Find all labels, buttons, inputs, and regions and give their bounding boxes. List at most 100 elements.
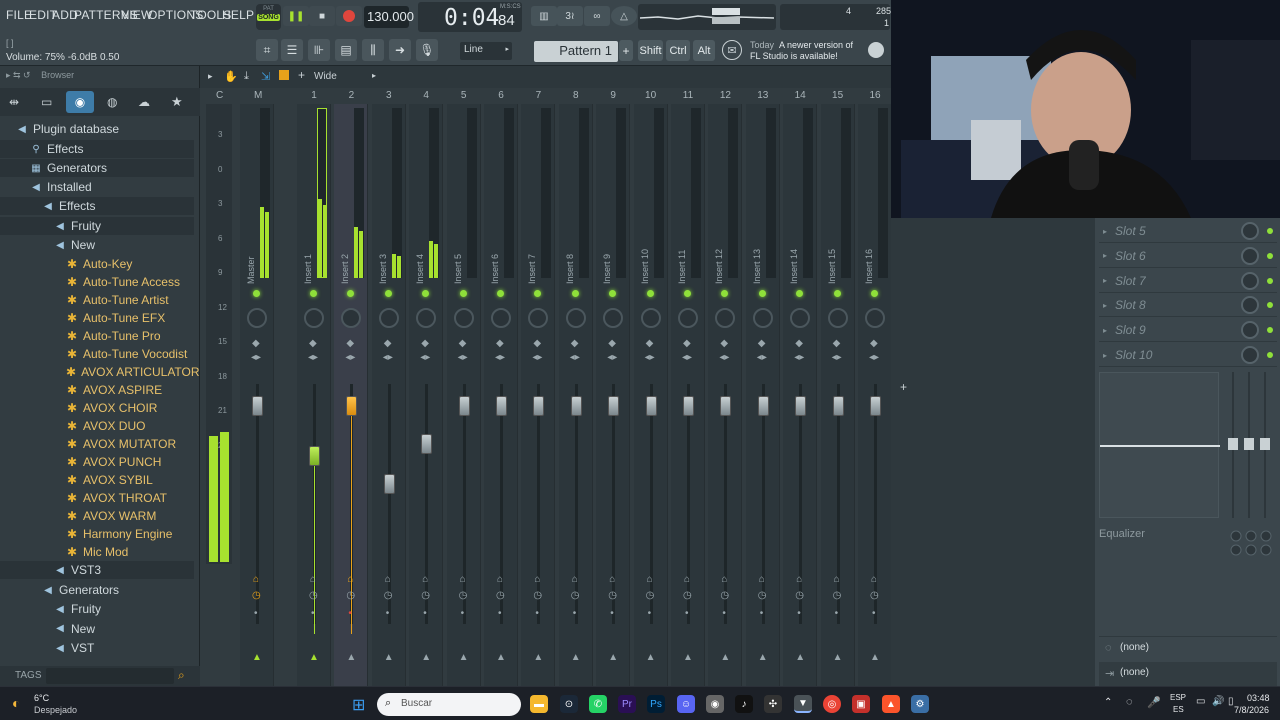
eq-knobs[interactable] (1225, 530, 1275, 560)
slot-mix-knob[interactable] (1241, 246, 1259, 265)
layout-icon[interactable] (279, 70, 289, 80)
chevron-right-icon[interactable]: ▸ (372, 71, 376, 80)
send-arrow-icon[interactable]: ▲ (252, 652, 262, 663)
mixer-track-insert[interactable]: Insert 15 ◆ ◂▸ ⌂ ◷ • ▲ (820, 104, 855, 686)
send-arrow-icon[interactable]: ▲ (421, 652, 431, 663)
mixer-track-insert[interactable]: Insert 8 ◆ ◂▸ ⌂ ◷ • ▲ (558, 104, 593, 686)
mixer-track-insert[interactable]: Insert 5 ◆ ◂▸ ⌂ ◷ • ▲ (446, 104, 481, 686)
browser-plugin-item[interactable]: ✱ AVOX THROAT (0, 489, 194, 507)
news-icon[interactable]: ✉ (722, 40, 742, 60)
whatsapp-icon[interactable]: ✆ (589, 695, 607, 713)
timer-icon[interactable]: ◷ (833, 590, 842, 601)
send-arrow-icon[interactable]: ▲ (571, 652, 581, 663)
mixer-track-insert[interactable]: Insert 14 ◆ ◂▸ ⌂ ◷ • ▲ (783, 104, 818, 686)
mute-led[interactable] (721, 290, 729, 297)
slot-enable-led[interactable] (1267, 352, 1273, 358)
timer-icon[interactable]: ◷ (720, 590, 729, 601)
timer-icon[interactable]: ◷ (459, 590, 468, 601)
record-arm-icon[interactable]: • (573, 608, 577, 619)
fx-slot[interactable]: ▸ Slot 7 (1099, 270, 1277, 293)
volume-fader[interactable] (252, 396, 263, 416)
timer-icon[interactable]: ◷ (683, 590, 692, 601)
track-name[interactable]: Insert 7 (527, 244, 541, 284)
send-arrow-icon[interactable]: ▲ (459, 652, 469, 663)
mute-led[interactable] (422, 290, 430, 297)
record-arm-icon[interactable]: • (348, 608, 352, 619)
swap-icon[interactable]: ◂▸ (757, 352, 767, 363)
premiere-icon[interactable]: Pr (618, 695, 636, 713)
slot-mix-knob[interactable] (1241, 222, 1259, 240)
swap-icon[interactable]: ◂▸ (345, 352, 355, 363)
swap-icon[interactable]: ◂▸ (719, 352, 729, 363)
route-icon[interactable]: ⌂ (253, 574, 259, 585)
track-name[interactable]: Insert 6 (490, 244, 504, 284)
download-icon[interactable]: ⤓ (244, 70, 249, 83)
timer-icon[interactable]: ◷ (758, 590, 767, 601)
microphone-tray-icon[interactable]: 🎤 (1147, 696, 1161, 709)
ctrl-key-button[interactable]: Ctrl (666, 40, 690, 61)
add-pattern-button[interactable]: + (619, 40, 633, 61)
track-name[interactable]: Insert 3 (378, 244, 392, 284)
brave-icon[interactable]: ▲ (882, 695, 900, 713)
photoshop-icon[interactable]: Ps (647, 695, 665, 713)
mute-led[interactable] (609, 290, 617, 297)
route-icon[interactable]: ⌂ (759, 574, 765, 585)
track-name[interactable]: Insert 13 (752, 244, 766, 284)
mute-led[interactable] (684, 290, 691, 297)
browser-plugin-item[interactable]: ✱ Auto-Key (0, 255, 194, 273)
globe-icon[interactable]: ◍ (107, 95, 117, 109)
shift-key-button[interactable]: Shift (638, 40, 663, 61)
send-arrow-icon[interactable]: ▲ (608, 652, 618, 663)
plugin-picker-button[interactable]: ➜ (389, 39, 411, 61)
tags-input[interactable] (46, 668, 174, 684)
fx-slot[interactable]: ▸ Slot 6 (1099, 245, 1277, 268)
record-arm-icon[interactable]: • (423, 608, 427, 619)
stereo-separation-icon[interactable]: ◆ (571, 338, 579, 349)
mute-led[interactable] (459, 290, 467, 297)
mixer-button[interactable]: ⫼ (362, 39, 384, 61)
record-arm-icon[interactable]: • (386, 608, 390, 619)
record-button[interactable] (336, 6, 362, 26)
mixer-track-insert[interactable]: Insert 11 ◆ ◂▸ ⌂ ◷ • ▲ (671, 104, 705, 686)
track-name[interactable]: Insert 14 (789, 244, 803, 284)
tempo-display[interactable]: 130.000 (364, 6, 414, 28)
eq-mid-slider[interactable] (1244, 438, 1254, 450)
send-arrow-icon[interactable]: ▲ (309, 652, 319, 663)
route-icon[interactable]: ⌂ (497, 574, 503, 585)
route-icon[interactable]: ⌂ (460, 574, 466, 585)
swap-icon[interactable]: ◂▸ (458, 352, 468, 363)
stereo-separation-icon[interactable]: ◆ (309, 338, 317, 349)
mute-led[interactable] (871, 290, 878, 297)
browser-folder-item[interactable]: ◀ VST3 (0, 561, 194, 579)
slot-arrow-icon[interactable]: ▸ (1103, 276, 1107, 285)
swap-icon[interactable]: ◂▸ (570, 352, 580, 363)
mixer-track-master[interactable]: Master ◆ ◂▸ ⌂ ◷ • ▲ (240, 104, 274, 686)
volume-fader[interactable] (832, 396, 844, 416)
slot-arrow-icon[interactable]: ▸ (1103, 227, 1107, 236)
send-arrow-icon[interactable]: ▲ (870, 652, 880, 663)
swap-icon[interactable]: ◂▸ (869, 352, 879, 363)
cloud-icon[interactable]: ☁ (138, 95, 150, 109)
track-name[interactable]: Insert 9 (602, 244, 616, 284)
timer-icon[interactable]: ◷ (309, 590, 318, 601)
swap-icon[interactable]: ◂▸ (251, 352, 261, 363)
track-name[interactable]: Insert 1 (303, 244, 317, 284)
channel-rack-button[interactable]: ▤ (335, 39, 357, 61)
route-icon[interactable]: ⌂ (422, 574, 428, 585)
tree-icon[interactable]: ⇹ (9, 95, 19, 109)
swap-icon[interactable]: ◂▸ (383, 352, 393, 363)
slot-mix-knob[interactable] (1241, 271, 1259, 290)
pan-knob[interactable] (640, 308, 661, 328)
timer-icon[interactable]: ◷ (421, 590, 430, 601)
volume-fader[interactable] (870, 396, 881, 416)
swap-icon[interactable]: ◂▸ (645, 352, 655, 363)
slot-arrow-icon[interactable]: ▸ (1103, 351, 1107, 360)
eq-high-slider[interactable] (1260, 438, 1270, 450)
chatgpt-icon[interactable]: ✣ (764, 695, 782, 713)
mute-led[interactable] (646, 290, 654, 297)
stereo-separation-icon[interactable]: ◆ (683, 338, 691, 349)
file-icon[interactable]: ▭ (41, 95, 52, 109)
track-name[interactable]: Insert 16 (864, 244, 878, 284)
swap-icon[interactable]: ◂▸ (420, 352, 430, 363)
track-name[interactable]: Insert 8 (565, 244, 579, 284)
